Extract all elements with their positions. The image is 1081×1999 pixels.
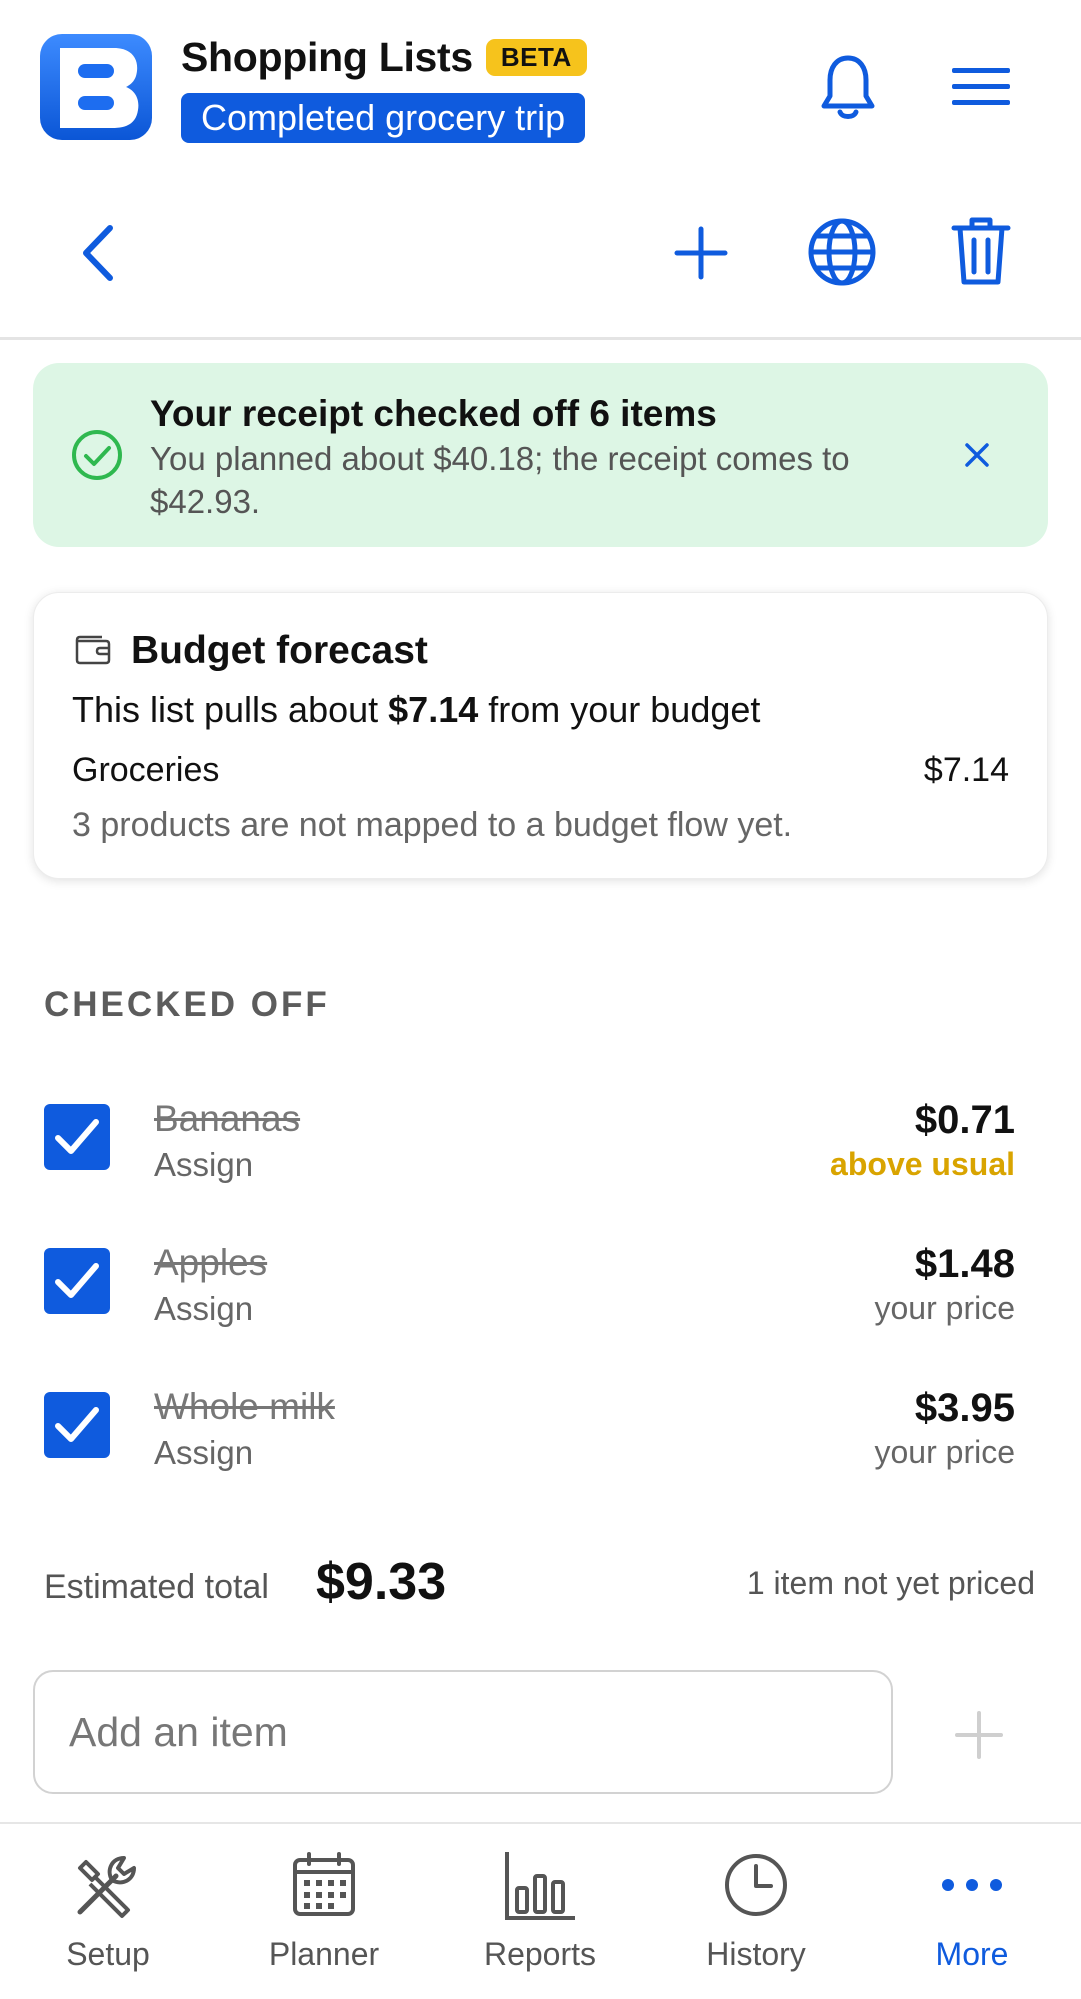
- estimated-total-label: Estimated total: [44, 1568, 269, 1606]
- budget-category-name: Groceries: [72, 751, 220, 789]
- checkmark-icon: [55, 1263, 99, 1298]
- tab-label: Reports: [483, 1936, 597, 1972]
- item-price: $3.95: [914, 1386, 1015, 1430]
- item-checkbox[interactable]: [44, 1392, 110, 1458]
- tab-setup[interactable]: Setup: [0, 1824, 216, 1999]
- banner-title: Your receipt checked off 6 items: [150, 393, 717, 434]
- chevron-left-icon[interactable]: [72, 222, 124, 284]
- item-price-note: your price: [874, 1290, 1016, 1326]
- item-assign-link[interactable]: Assign: [154, 1290, 253, 1328]
- tab-reports[interactable]: Reports: [432, 1824, 648, 1999]
- budget-category-amount: $7.14: [923, 751, 1009, 789]
- budget-summary-amount: $7.14: [388, 689, 479, 730]
- hamburger-menu-icon[interactable]: [950, 64, 1012, 110]
- item-name[interactable]: Whole milk: [154, 1386, 335, 1428]
- list-item: Bananas Assign $0.71 above usual: [0, 1088, 1081, 1198]
- item-price-note: your price: [874, 1434, 1016, 1470]
- section-heading-checked-off: CHECKED OFF: [44, 985, 330, 1024]
- budget-unmapped-note: 3 products are not mapped to a budget fl…: [72, 806, 793, 844]
- toolbar-divider: [0, 337, 1081, 340]
- budget-summary-suffix: from your budget: [478, 689, 761, 730]
- list-subtitle: Completed grocery trip: [181, 93, 586, 143]
- add-item-input[interactable]: [33, 1670, 893, 1794]
- tab-history[interactable]: History: [648, 1824, 864, 1999]
- globe-icon[interactable]: [806, 216, 878, 288]
- item-checkbox[interactable]: [44, 1248, 110, 1314]
- bell-icon[interactable]: [818, 52, 878, 122]
- app-title: Shopping Lists: [181, 34, 473, 80]
- item-assign-link[interactable]: Assign: [154, 1146, 253, 1184]
- tab-label: History: [706, 1936, 806, 1972]
- item-checkbox[interactable]: [44, 1104, 110, 1170]
- wallet-icon: [75, 635, 111, 665]
- tab-more[interactable]: More: [864, 1824, 1080, 1999]
- calendar-icon: [293, 1852, 355, 1916]
- plus-icon[interactable]: [673, 225, 729, 281]
- budget-title: Budget forecast: [131, 629, 428, 672]
- item-name[interactable]: Apples: [154, 1242, 267, 1284]
- item-assign-link[interactable]: Assign: [154, 1434, 253, 1472]
- tools-icon: [77, 1856, 136, 1918]
- bottom-tab-bar: Setup Planner Reports History More: [0, 1822, 1081, 1999]
- app-header: Shopping Lists BETA Completed grocery tr…: [0, 0, 1081, 170]
- add-item-plus-icon[interactable]: [954, 1710, 1004, 1760]
- list-item: Apples Assign $1.48 your price: [0, 1232, 1081, 1342]
- budget-summary: This list pulls about $7.14 from your bu…: [72, 689, 760, 731]
- check-circle-icon: [72, 430, 122, 480]
- receipt-banner: Your receipt checked off 6 items You pla…: [33, 363, 1048, 547]
- list-item: Whole milk Assign $3.95 your price: [0, 1376, 1081, 1486]
- checkmark-icon: [55, 1407, 99, 1442]
- budget-summary-prefix: This list pulls about: [72, 689, 389, 730]
- app-logo: [40, 34, 152, 140]
- more-dots-icon: [942, 1879, 1002, 1891]
- item-name[interactable]: Bananas: [154, 1098, 300, 1140]
- bar-chart-icon: [505, 1852, 575, 1920]
- item-price-note: above usual: [830, 1146, 1015, 1182]
- close-icon[interactable]: [957, 435, 997, 475]
- tab-planner[interactable]: Planner: [216, 1824, 432, 1999]
- item-price: $1.48: [914, 1242, 1015, 1286]
- tab-label: Setup: [66, 1936, 150, 1972]
- clock-icon: [725, 1854, 787, 1916]
- unpriced-items-note: 1 item not yet priced: [746, 1565, 1035, 1601]
- list-toolbar: [0, 200, 1081, 310]
- budget-forecast-card: Budget forecast This list pulls about $7…: [33, 592, 1048, 879]
- beta-badge: BETA: [485, 39, 587, 76]
- checkmark-icon: [55, 1119, 99, 1154]
- tab-label: Planner: [268, 1936, 380, 1972]
- estimated-total-value: $9.33: [316, 1553, 447, 1611]
- trash-icon[interactable]: [950, 214, 1012, 288]
- item-price: $0.71: [914, 1098, 1015, 1142]
- tab-label: More: [935, 1936, 1009, 1972]
- banner-body: You planned about $40.18; the receipt co…: [150, 440, 850, 520]
